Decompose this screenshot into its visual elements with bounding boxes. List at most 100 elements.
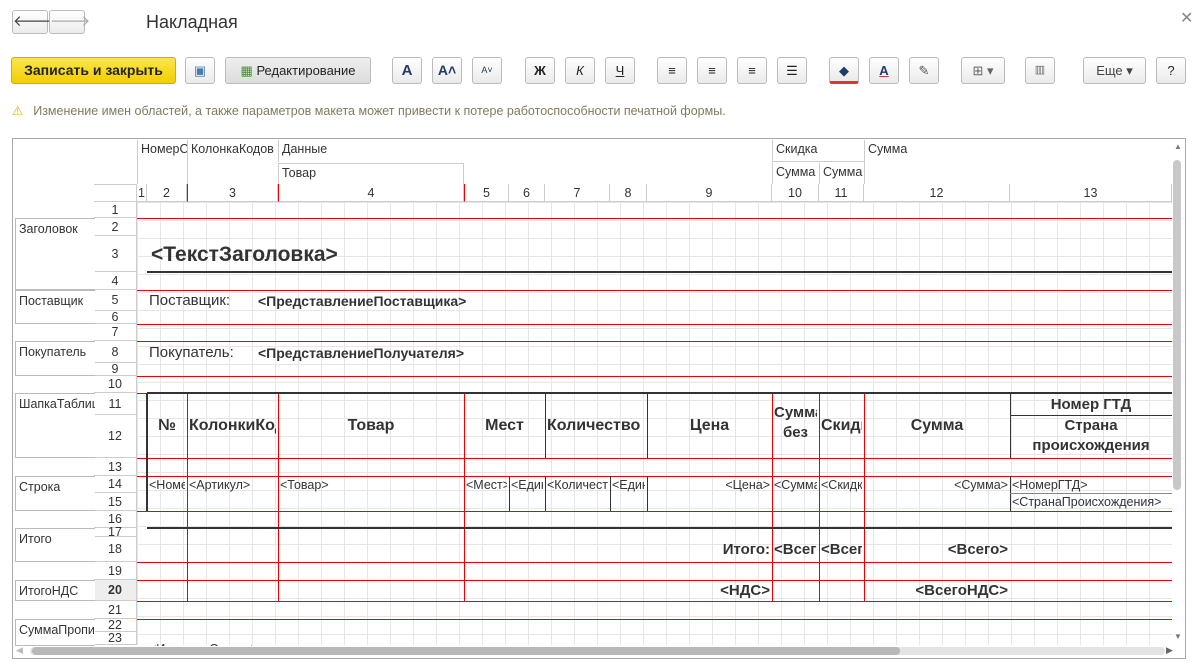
cell-r-country[interactable]: <СтранаПроисхождения> xyxy=(1012,493,1170,511)
underline-button[interactable]: Ч xyxy=(605,57,635,84)
cell-properties-button[interactable]: ▥ xyxy=(1025,57,1055,84)
align-right-button[interactable]: ≡ xyxy=(737,57,767,84)
column-header[interactable]: 4 xyxy=(278,184,464,202)
column-header[interactable]: 5 xyxy=(464,184,509,202)
row-header[interactable]: 6 xyxy=(94,310,137,324)
cell-final[interactable]: <ИтоговаяСтрока> xyxy=(149,640,258,646)
scroll-left-icon[interactable]: ◀ xyxy=(16,645,23,656)
edit-mode-button[interactable]: ▦ Редактирование xyxy=(225,57,371,84)
align-left-button[interactable]: ≡ xyxy=(657,57,687,84)
cell-supplier-label[interactable]: Поставщик: xyxy=(149,292,230,310)
region-header[interactable]: Заголовок xyxy=(15,218,95,290)
save-button[interactable]: ▣ xyxy=(185,57,215,84)
row-header[interactable]: 15 xyxy=(94,493,137,511)
save-and-close-button[interactable]: Записать и закрыть xyxy=(11,57,176,84)
scroll-right-icon[interactable]: ▶ xyxy=(1166,645,1173,656)
region-sum-words[interactable]: СуммаПрописью xyxy=(15,619,95,646)
row-header[interactable]: 19 xyxy=(94,562,137,580)
cell-v-total[interactable]: <ВсегоНДС> xyxy=(866,580,1008,601)
region-supplier[interactable]: Поставщик xyxy=(15,290,95,324)
cell-r-disc[interactable]: <Скидка> xyxy=(821,476,862,493)
region-buyer[interactable]: Покупатель xyxy=(15,341,95,376)
column-header[interactable]: 2 xyxy=(147,184,187,202)
column-header[interactable]: 9 xyxy=(647,184,772,202)
cell-r-price[interactable]: <Цена> xyxy=(649,476,770,493)
cell-r-gtd[interactable]: <НомерГТД> xyxy=(1012,476,1170,493)
column-header[interactable]: 3 xyxy=(187,184,278,202)
cell-v-vat[interactable]: <НДС> xyxy=(649,580,770,601)
row-header[interactable]: 14 xyxy=(94,476,137,493)
font-decrease-button[interactable]: A˅ xyxy=(472,57,502,84)
cell-th-codes[interactable]: КолонкиКодов xyxy=(189,393,276,458)
cell-r-art[interactable]: <Артикул> xyxy=(189,476,276,493)
help-button[interactable]: ? xyxy=(1156,57,1186,84)
row-header[interactable]: 10 xyxy=(94,376,137,393)
cell-th-sum[interactable]: Сумма xyxy=(866,393,1008,458)
row-header[interactable]: 18 xyxy=(94,537,137,562)
column-header[interactable]: 7 xyxy=(545,184,610,202)
cell-buyer-label[interactable]: Покупатель: xyxy=(149,344,234,362)
column-header[interactable]: 13 xyxy=(1010,184,1172,202)
row-header[interactable]: 1 xyxy=(94,202,137,218)
cell-th-places[interactable]: Мест xyxy=(466,393,543,458)
bold-button[interactable]: Ж xyxy=(525,57,555,84)
row-header[interactable]: 23 xyxy=(94,631,137,645)
fill-color-button[interactable]: ◆ xyxy=(829,57,859,84)
cell-th-no[interactable]: № xyxy=(149,393,185,458)
region-total-vat[interactable]: ИтогоНДС xyxy=(15,580,95,601)
row-header[interactable]: 20 xyxy=(94,580,137,601)
cell-th-disc[interactable]: Скидка xyxy=(821,393,862,458)
font-button[interactable]: A xyxy=(392,57,422,84)
column-header[interactable]: 10 xyxy=(772,184,819,202)
column-header[interactable]: 8 xyxy=(610,184,647,202)
region-row[interactable]: Строка xyxy=(15,476,95,511)
column-header[interactable]: 12 xyxy=(864,184,1010,202)
horizontal-scrollbar[interactable] xyxy=(32,647,900,655)
cell-th-country[interactable]: Страна происхождения xyxy=(1012,416,1170,458)
cell-th-qty[interactable]: Количество xyxy=(547,393,645,458)
row-header[interactable]: 4 xyxy=(94,272,137,290)
scroll-up-icon[interactable]: ▲ xyxy=(1174,142,1182,151)
column-header[interactable]: 6 xyxy=(509,184,545,202)
cell-buyer-value[interactable]: <ПредставлениеПолучателя> xyxy=(258,344,464,362)
font-increase-button[interactable]: A˄ xyxy=(432,57,462,84)
region-total[interactable]: Итого xyxy=(15,528,95,562)
cell-th-sum-disc[interactable]: Сумма без скидки xyxy=(774,403,817,448)
cell-t-sumdisc[interactable]: <ВсегоБезСкидок> xyxy=(774,537,817,562)
cell-r-sum[interactable]: <Сумма> xyxy=(866,476,1008,493)
row-header[interactable]: 7 xyxy=(94,324,137,341)
borders-dropdown[interactable]: ⊞ ▾ xyxy=(961,57,1005,84)
cell-title[interactable]: <ТекстЗаголовка> xyxy=(151,242,338,268)
cell-supplier-value[interactable]: <ПредставлениеПоставщика> xyxy=(258,292,466,310)
cell-th-goods[interactable]: Товар xyxy=(280,393,462,458)
cell-th-gtd[interactable]: Номер ГТД xyxy=(1012,394,1170,415)
forward-button[interactable]: 🡒 xyxy=(49,10,90,34)
cell-t-total[interactable]: <Всего> xyxy=(866,537,1008,562)
cell-r-places[interactable]: <Мест> xyxy=(466,476,507,493)
cell-th-price[interactable]: Цена xyxy=(649,393,770,458)
cell-t-label[interactable]: Итого: xyxy=(649,537,770,562)
cell-r-goods[interactable]: <Товар> xyxy=(280,476,462,493)
row-header[interactable]: 17 xyxy=(94,525,137,539)
row-header[interactable]: 9 xyxy=(94,362,137,376)
row-header[interactable]: 3 xyxy=(94,236,137,272)
italic-button[interactable]: К xyxy=(565,57,595,84)
justify-button[interactable]: ☰ xyxy=(777,57,807,84)
vertical-scrollbar[interactable] xyxy=(1173,160,1181,490)
close-icon[interactable]: ✕ xyxy=(1180,8,1193,28)
row-header[interactable]: 8 xyxy=(94,341,137,363)
cell-r-qty[interactable]: <Количество> xyxy=(547,476,608,493)
more-dropdown[interactable]: Еще ▾ xyxy=(1083,57,1146,84)
region-table-head[interactable]: ШапкаТаблицы xyxy=(15,393,95,458)
row-header[interactable]: 13 xyxy=(94,458,137,476)
column-header[interactable]: 11 xyxy=(819,184,864,202)
back-button[interactable]: 🡐 xyxy=(12,10,53,34)
row-header[interactable]: 12 xyxy=(94,415,137,458)
cell-r-no[interactable]: <НомерСтроки> xyxy=(149,476,185,493)
column-header[interactable]: 1 xyxy=(137,184,147,202)
cell-r-sumdisc[interactable]: <СуммаБезСкидки> xyxy=(774,476,817,493)
row-header[interactable]: 21 xyxy=(94,601,137,619)
row-header[interactable]: 11 xyxy=(94,393,137,415)
text-color-button[interactable]: A xyxy=(869,57,899,84)
cell-t-disc[interactable]: <ВсегоСкидок> xyxy=(821,537,862,562)
